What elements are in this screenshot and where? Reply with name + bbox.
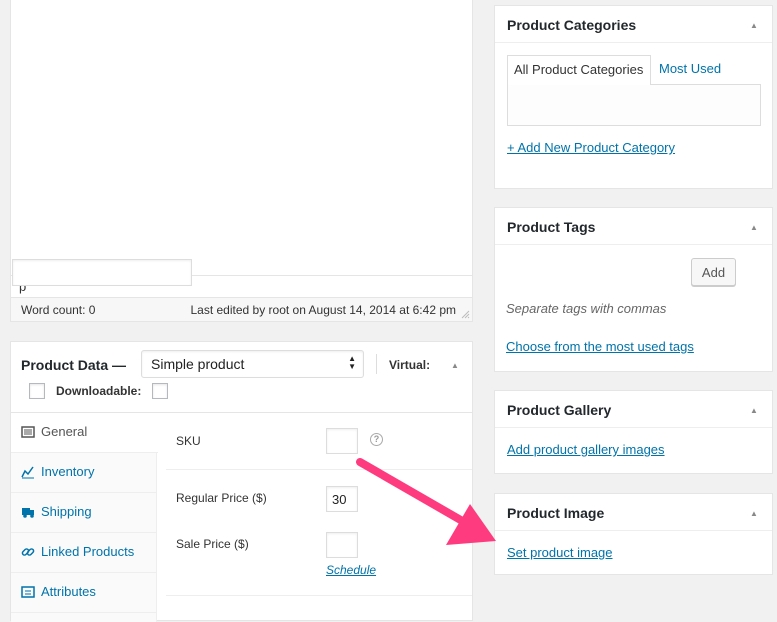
tab-all-product-categories[interactable]: All Product Categories (507, 55, 651, 85)
annotation-arrow-icon (356, 458, 496, 545)
